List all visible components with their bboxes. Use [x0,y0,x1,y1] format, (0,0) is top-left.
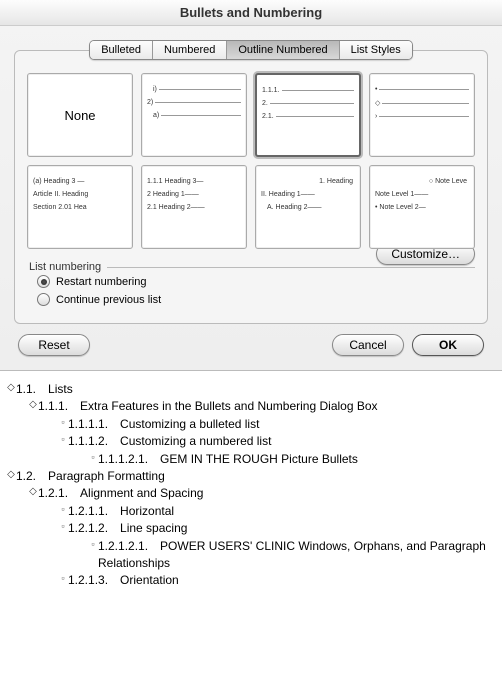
radio-icon [37,275,50,288]
outline-row[interactable]: ▫1.2.1.3.Orientation [6,572,496,589]
gallery-line: II. Heading 1—— [261,191,315,198]
outline-row[interactable]: ▫1.1.1.2.Customizing a numbered list [6,433,496,450]
outline-text: 1.2.1.2.1.POWER USERS' CLINIC Windows, O… [98,538,496,573]
gallery-line: 2.1. [262,113,274,120]
tab-bulleted[interactable]: Bulleted [90,41,153,59]
outline-bullet-icon: ▫ [58,503,68,516]
outline-row[interactable]: ▫1.2.1.1.Horizontal [6,503,496,520]
outline-row[interactable]: ▫1.1.1.1.Customizing a bulleted list [6,416,496,433]
tab-numbered[interactable]: Numbered [153,41,227,59]
cancel-button[interactable]: Cancel [332,334,404,356]
radio-label: Restart numbering [56,276,147,288]
outline-row[interactable]: ◇1.1.1.Extra Features in the Bullets and… [6,398,496,415]
radio-continue-previous[interactable]: Continue previous list [37,293,475,306]
dialog-button-row: Reset Cancel OK [0,324,502,370]
radio-label: Continue previous list [56,294,161,306]
gallery-line: ○ Note Leve [429,178,467,185]
gallery-line: › [375,113,377,120]
outline-handle-icon: ◇ [28,398,38,413]
gallery-line: • Note Level 2— [375,204,426,211]
outline-row[interactable]: ◇1.2.Paragraph Formatting [6,468,496,485]
gallery-item-4[interactable]: (a) Heading 3 — Article II. Heading Sect… [27,165,133,249]
outline-row[interactable]: ◇1.2.1.Alignment and Spacing [6,485,496,502]
radio-restart-numbering[interactable]: Restart numbering [37,275,475,288]
outline-bullet-icon: ▫ [88,451,98,464]
tab-outline-numbered[interactable]: Outline Numbered [227,41,339,59]
outline-text: 1.2.1.Alignment and Spacing [38,485,496,502]
gallery-line: 2. [262,100,268,107]
gallery-line: 2 Heading 1—— [147,191,199,198]
outline-bullet-icon: ▫ [88,538,98,551]
gallery-line: a) [153,112,159,119]
gallery-line: Note Level 1—— [375,191,428,198]
gallery-line: Section 2.01 Hea [33,204,87,211]
outline-text: 1.2.1.1.Horizontal [68,503,496,520]
gallery-line: 1.1.1. [262,87,280,94]
outline-row[interactable]: ▫1.2.1.2.Line spacing [6,520,496,537]
gallery-line: ◇ [375,99,380,107]
outline-row[interactable]: ◇1.1.Lists [6,381,496,398]
outline-handle-icon: ◇ [6,381,16,396]
gallery-line: • [375,86,377,93]
outline-text: 1.1.Lists [16,381,496,398]
outline-text: 1.2.1.2.Line spacing [68,520,496,537]
gallery-item-7[interactable]: ○ Note Leve Note Level 1—— • Note Level … [369,165,475,249]
bullets-numbering-dialog: Bullets and Numbering Bulleted Numbered … [0,0,502,371]
tabs: Bulleted Numbered Outline Numbered List … [89,40,413,60]
gallery-line: Article II. Heading [33,191,88,198]
gallery-line: A. Heading 2—— [267,204,321,211]
outline-text: 1.1.1.Extra Features in the Bullets and … [38,398,496,415]
outline-handle-icon: ◇ [28,485,38,500]
tab-list-styles[interactable]: List Styles [340,41,412,59]
gallery-line: i) [153,86,157,93]
radio-icon [37,293,50,306]
gallery-line: 2.1 Heading 2—— [147,204,205,211]
outline-row[interactable]: ▫1.1.1.2.1.GEM IN THE ROUGH Picture Bull… [6,451,496,468]
gallery-item-3[interactable]: • ◇ › [369,73,475,157]
outline-bullet-icon: ▫ [58,416,68,429]
gallery-line: 1. Heading [319,178,353,185]
reset-button[interactable]: Reset [18,334,90,356]
gallery-item-2[interactable]: 1.1.1. 2. 2.1. [255,73,361,157]
gallery-item-none[interactable]: None [27,73,133,157]
gallery-item-5[interactable]: 1.1.1 Heading 3— 2 Heading 1—— 2.1 Headi… [141,165,247,249]
outline-bullet-icon: ▫ [58,520,68,533]
outline-row[interactable]: ▫1.2.1.2.1.POWER USERS' CLINIC Windows, … [6,538,496,573]
gallery-item-6[interactable]: 1. Heading II. Heading 1—— A. Heading 2—… [255,165,361,249]
outline-text: 1.2.1.3.Orientation [68,572,496,589]
gallery-item-1[interactable]: i) 2) a) [141,73,247,157]
outline-text: 1.1.1.2.Customizing a numbered list [68,433,496,450]
ok-button[interactable]: OK [412,334,484,356]
document-outline: ◇1.1.Lists◇1.1.1.Extra Features in the B… [0,371,502,610]
outline-bullet-icon: ▫ [58,433,68,446]
outline-bullet-icon: ▫ [58,572,68,585]
dialog-title: Bullets and Numbering [0,0,502,26]
gallery-line: 1.1.1 Heading 3— [147,178,203,185]
gallery-line: 2) [147,99,153,106]
outline-handle-icon: ◇ [6,468,16,483]
outline-text: 1.1.1.1.Customizing a bulleted list [68,416,496,433]
outline-text: 1.2.Paragraph Formatting [16,468,496,485]
gallery-line: (a) Heading 3 — [33,178,84,185]
numbering-gallery: None i) 2) a) 1.1.1. 2. 2.1. • ◇ › (a) H… [27,73,475,249]
tab-panel: None i) 2) a) 1.1.1. 2. 2.1. • ◇ › (a) H… [14,50,488,324]
outline-text: 1.1.1.2.1.GEM IN THE ROUGH Picture Bulle… [98,451,496,468]
